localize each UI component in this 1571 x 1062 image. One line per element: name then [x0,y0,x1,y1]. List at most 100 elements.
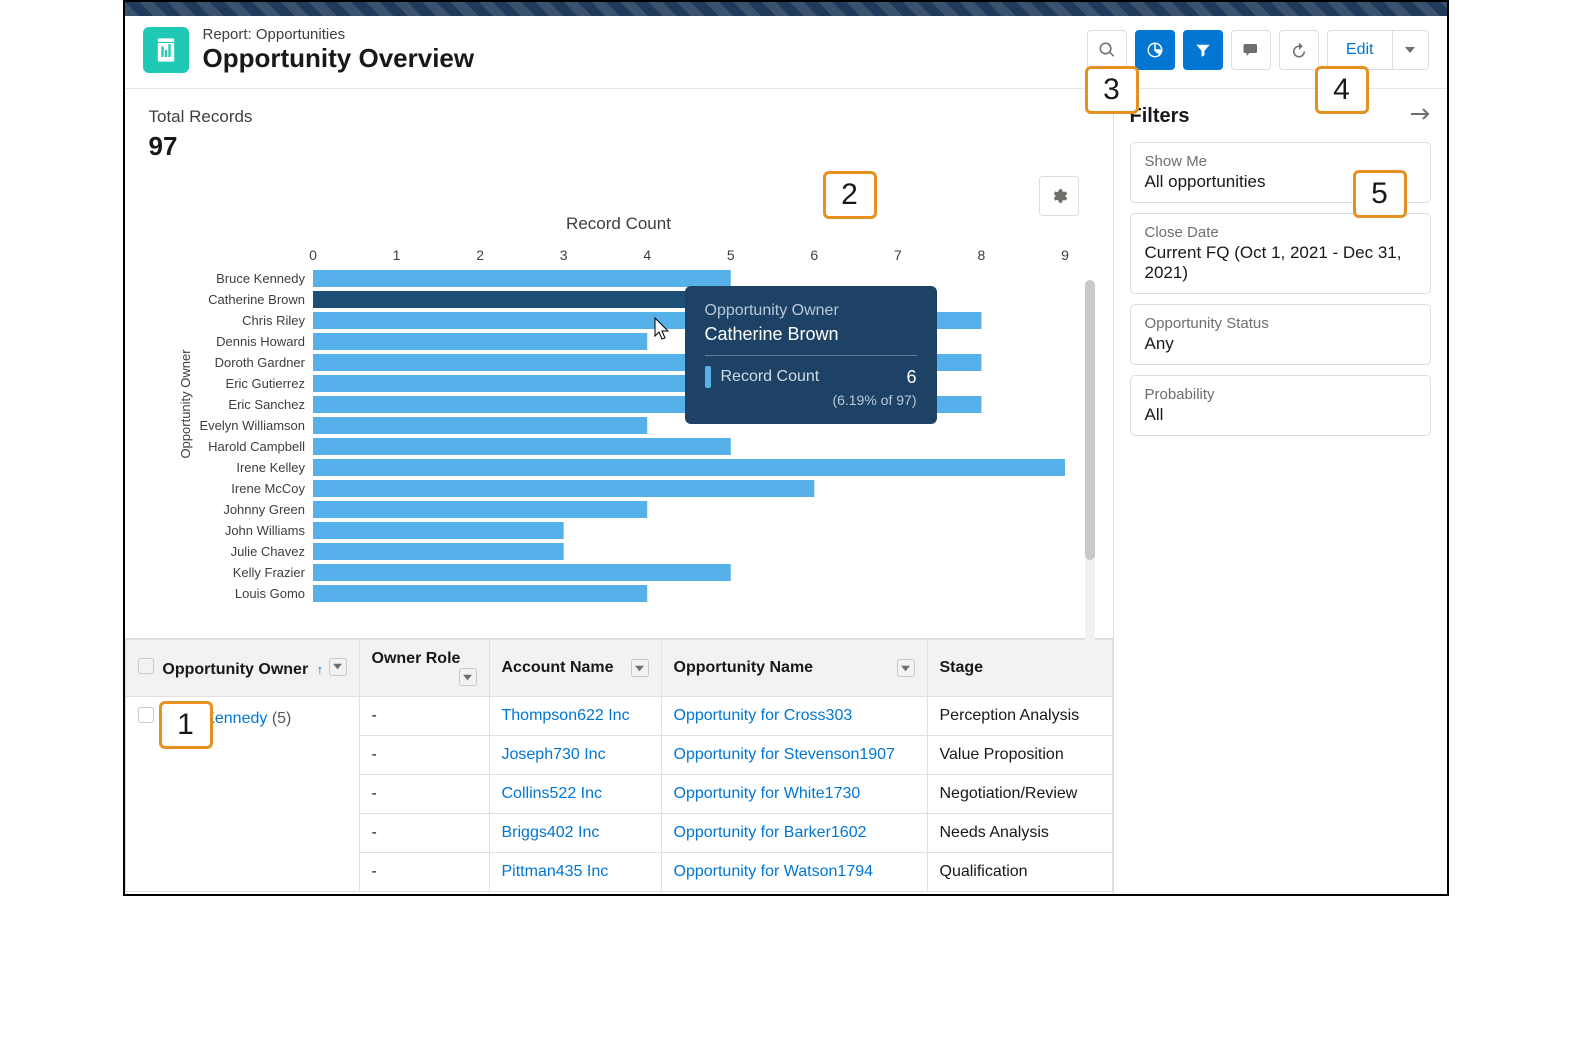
filter-opportunity-status[interactable]: Opportunity StatusAny [1130,304,1431,365]
filters-heading: Filters [1130,105,1190,128]
filter-close-date[interactable]: Close DateCurrent FQ (Oct 1, 2021 - Dec … [1130,213,1431,294]
cell-link[interactable]: Opportunity for Barker1602 [674,824,867,841]
bar-louis-gomo[interactable]: Louis Gomo [234,585,646,602]
cell: Opportunity for Cross303 [661,697,927,736]
svg-text:Louis Gomo: Louis Gomo [234,586,304,601]
svg-text:0: 0 [309,247,317,263]
bar-bruce-kennedy[interactable]: Bruce Kennedy [216,270,731,287]
bar-evelyn-williamson[interactable]: Evelyn Williamson [199,417,647,434]
svg-text:9: 9 [1061,247,1069,263]
cell: Opportunity for Stevenson1907 [661,736,927,775]
filter-value: Current FQ (Oct 1, 2021 - Dec 31, 2021) [1145,243,1416,283]
svg-text:Doroth Gardner: Doroth Gardner [214,355,305,370]
callout-5: 5 [1353,170,1407,218]
bar-harold-campbell[interactable]: Harold Campbell [208,438,731,455]
cell-link[interactable]: Collins522 Inc [502,785,603,802]
svg-text:Kelly Frazier: Kelly Frazier [232,565,305,580]
cell-link[interactable]: Thompson622 Inc [502,707,630,724]
search-button[interactable] [1087,30,1127,70]
svg-text:Eric Sanchez: Eric Sanchez [228,397,305,412]
bar-irene-kelley[interactable]: Irene Kelley [236,459,1065,476]
report-icon [143,27,189,73]
filter-label: Show Me [1145,153,1416,170]
svg-text:Irene Kelley: Irene Kelley [236,460,305,475]
tooltip-owner-value: Catherine Brown [705,324,917,356]
filter-value: Any [1145,334,1416,354]
callout-1: 1 [159,701,213,749]
total-records-label: Total Records [149,107,1089,127]
sort-asc-icon: ↑ [317,662,324,677]
cell: - [359,853,489,892]
cell-link[interactable]: Opportunity for Cross303 [674,707,853,724]
chart-x-axis-title: Record Count [149,214,1089,234]
bar-johnny-green[interactable]: Johnny Green [223,501,647,518]
cell-link[interactable]: Opportunity for White1730 [674,785,861,802]
report-header: Report: Opportunities Opportunity Overvi… [125,16,1447,89]
chart-container: Record Count Opportunity Owner 012345678… [125,170,1113,638]
svg-text:Irene McCoy: Irene McCoy [231,481,305,496]
collapse-filters-icon[interactable] [1411,107,1431,126]
svg-text:Catherine Brown: Catherine Brown [208,292,305,307]
col-opportunity-name[interactable]: Opportunity Name [661,640,927,697]
col-stage[interactable]: Stage [927,640,1112,697]
cell: Negotiation/Review [927,775,1112,814]
cell: Briggs402 Inc [489,814,661,853]
report-type-label: Report: Opportunities [203,26,475,43]
chart-scrollbar[interactable] [1085,280,1095,680]
cell-link[interactable]: Joseph730 Inc [502,746,606,763]
select-all-checkbox[interactable] [138,658,154,674]
tooltip-metric-label: Record Count [721,368,907,386]
cell-link[interactable]: Opportunity for Watson1794 [674,863,874,880]
svg-text:Dennis Howard: Dennis Howard [216,334,305,349]
cell: Value Proposition [927,736,1112,775]
bar-irene-mccoy[interactable]: Irene McCoy [231,480,814,497]
refresh-button[interactable] [1279,30,1319,70]
filter-label: Probability [1145,386,1416,403]
filter-value: All [1145,405,1416,425]
callout-3: 3 [1085,66,1139,114]
col-opportunity-owner[interactable]: Opportunity Owner ↑ [125,640,359,697]
svg-text:4: 4 [643,247,651,263]
column-menu-account[interactable] [631,659,649,677]
col-account-name[interactable]: Account Name [489,640,661,697]
filter-probability[interactable]: Probability All [1130,375,1431,436]
cell: Perception Analysis [927,697,1112,736]
cell: - [359,775,489,814]
toggle-filters-button[interactable] [1183,30,1223,70]
window-chrome [125,2,1447,16]
report-table: Opportunity Owner ↑ Owner Role Account N… [125,638,1113,892]
chart-tooltip: Opportunity Owner Catherine Brown Record… [685,286,937,424]
cell-link[interactable]: Pittman435 Inc [502,863,609,880]
svg-text:Eric Gutierrez: Eric Gutierrez [225,376,304,391]
cell-link[interactable]: Briggs402 Inc [502,824,600,841]
bar-dennis-howard[interactable]: Dennis Howard [216,333,647,350]
edit-button[interactable]: Edit [1327,30,1393,70]
svg-text:Johnny Green: Johnny Green [223,502,305,517]
svg-text:3: 3 [559,247,567,263]
edit-menu-caret[interactable] [1393,30,1429,70]
col-owner-role[interactable]: Owner Role [359,640,489,697]
tooltip-metric-value: 6 [906,367,916,388]
cell: Thompson622 Inc [489,697,661,736]
table-header-row: Opportunity Owner ↑ Owner Role Account N… [125,640,1112,697]
cell: Opportunity for Watson1794 [661,853,927,892]
svg-text:5: 5 [726,247,734,263]
total-records-value: 97 [149,131,1089,162]
svg-text:8: 8 [977,247,985,263]
column-menu-role[interactable] [459,668,477,686]
cell: Pittman435 Inc [489,853,661,892]
tooltip-percent: (6.19% of 97) [705,392,917,408]
column-menu-opp[interactable] [897,659,915,677]
bar-john-williams[interactable]: John Williams [224,522,563,539]
cell: Opportunity for White1730 [661,775,927,814]
row-checkbox[interactable] [138,707,154,723]
column-menu-owner[interactable] [329,658,347,676]
cell: Needs Analysis [927,814,1112,853]
svg-text:7: 7 [893,247,901,263]
cell-link[interactable]: Opportunity for Stevenson1907 [674,746,895,763]
bar-kelly-frazier[interactable]: Kelly Frazier [232,564,730,581]
chart-settings-button[interactable] [1039,176,1079,216]
bar-julie-chavez[interactable]: Julie Chavez [230,543,563,560]
collaborate-button[interactable] [1231,30,1271,70]
toggle-chart-button[interactable] [1135,30,1175,70]
